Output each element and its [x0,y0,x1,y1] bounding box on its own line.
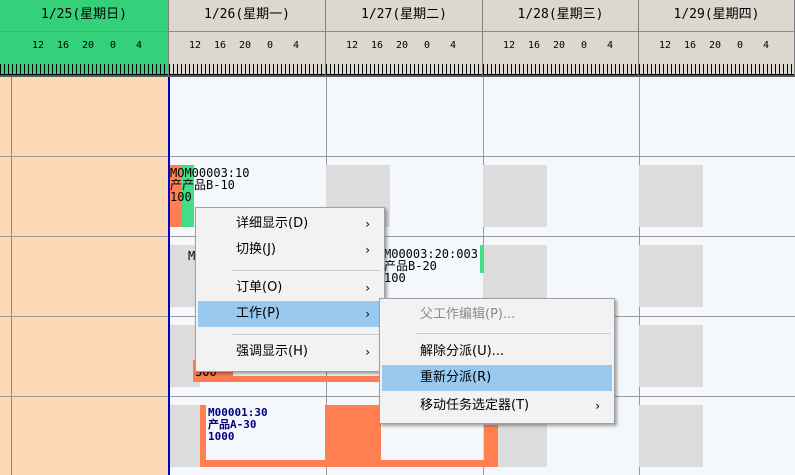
chevron-right-icon: › [365,345,370,359]
row-divider [0,156,795,157]
hour-labels: 12 16 20 0 4 [346,40,457,51]
task-label-mo00003-10[interactable]: MOM00003:10 产产品B-10 100 [170,167,249,203]
menu-separator [416,333,610,334]
hour-labels: 12 16 20 0 4 [32,40,143,51]
current-time-line [168,77,170,475]
day-label: 1/25(星期日) [0,0,168,32]
menu-item-unassign[interactable]: 解除分派(U)... [382,339,612,365]
menu-item-order[interactable]: 订单(O) › [198,275,382,301]
time-ruler [483,64,638,75]
menu-item-highlight[interactable]: 强调显示(H) › [198,339,382,365]
task-bar[interactable] [325,405,381,467]
menu-item-move-task-selector[interactable]: 移动任务选定器(T) › [382,393,612,419]
calendar-slot [639,325,703,387]
menu-item-work[interactable]: 工作(P) › [198,301,382,327]
task-label-mo00003-20[interactable]: M00003:20:003 产品B-20 100 [384,248,478,284]
day-label: 1/27(星期二) [326,0,482,32]
calendar-slot [639,245,703,307]
menu-separator [232,270,380,271]
calendar-slot [483,165,547,227]
calendar-slot [639,405,703,467]
hour-labels: 12 16 20 0 4 [503,40,614,51]
hour-labels: 12 16 20 0 4 [659,40,770,51]
work-submenu[interactable]: 父工作编辑(P)... 解除分派(U)... 重新分派(R) 移动任务选定器(T… [379,298,615,424]
task-bar[interactable] [200,405,206,467]
task-bar[interactable] [484,425,498,467]
day-column-header-1-26[interactable]: 1/26(星期一) 12 16 20 0 4 [169,0,326,75]
row-divider [0,236,795,237]
day-label: 1/28(星期三) [483,0,638,32]
hour-labels: 12 16 20 0 4 [189,40,300,51]
menu-item-reassign[interactable]: 重新分派(R) [382,365,612,391]
chevron-right-icon: › [365,307,370,321]
chevron-right-icon: › [365,281,370,295]
day-column-header-1-27[interactable]: 1/27(星期二) 12 16 20 0 4 [326,0,483,75]
task-bar[interactable] [206,460,498,467]
past-time-region [0,77,168,475]
time-ruler [326,64,482,75]
time-ruler [169,64,325,75]
time-ruler [0,64,168,75]
day-column-header-1-28[interactable]: 1/28(星期三) 12 16 20 0 4 [483,0,639,75]
calendar-slot [639,165,703,227]
day-column-header-1-25[interactable]: 1/25(星期日) 12 16 20 0 4 [0,0,169,75]
menu-separator [232,334,380,335]
menu-item-switch[interactable]: 切换(J) › [198,237,382,263]
chevron-right-icon: › [365,243,370,257]
task-label-mo00001-30[interactable]: M00001:30 产品A-30 1000 [208,407,268,443]
menu-item-parent-work-edit[interactable]: 父工作编辑(P)... [382,302,612,328]
menu-item-detail-display[interactable]: 详细显示(D) › [198,211,382,237]
day-label: 1/29(星期四) [639,0,794,32]
calendar-slot [170,405,200,467]
chevron-right-icon: › [365,217,370,231]
task-bar[interactable] [233,376,383,382]
resource-row[interactable] [169,77,795,156]
chevron-right-icon: › [595,399,600,413]
time-ruler [639,64,794,75]
left-divider [11,77,12,475]
day-column-header-1-29[interactable]: 1/29(星期四) 12 16 20 0 4 [639,0,795,75]
day-label: 1/26(星期一) [169,0,325,32]
task-bar-setup[interactable] [480,245,484,273]
context-menu[interactable]: 详细显示(D) › 切换(J) › 订单(O) › 工作(P) › 强调显示(H… [195,207,385,372]
